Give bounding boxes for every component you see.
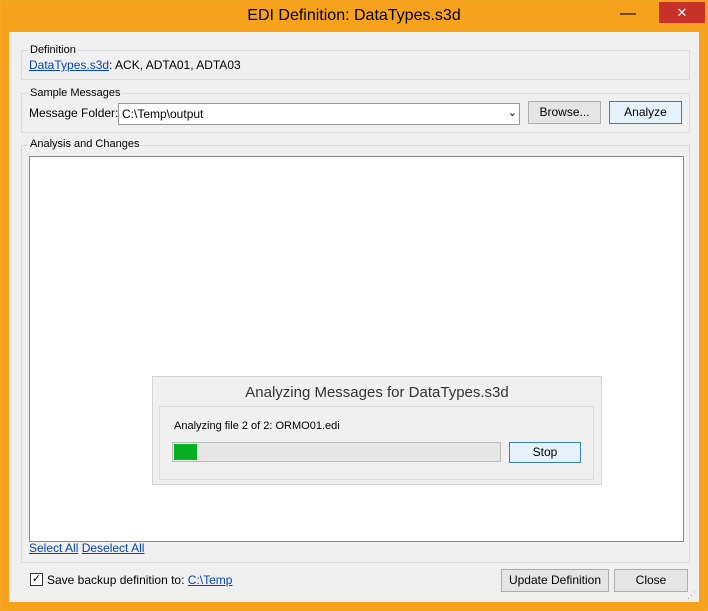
checkmark-icon: ✓	[31, 573, 42, 585]
analyze-button[interactable]: Analyze	[609, 101, 682, 124]
sample-messages-group-label: Sample Messages	[29, 87, 122, 99]
definition-group-label: Definition	[29, 44, 77, 56]
analysis-panel[interactable]: Analyzing Messages for DataTypes.s3d Ana…	[29, 156, 684, 542]
backup-path-link[interactable]: C:\Temp	[188, 573, 233, 587]
close-window-button[interactable]: ✕	[659, 2, 705, 23]
chevron-down-icon[interactable]: ⌄	[508, 106, 517, 119]
progress-status-text: Analyzing file 2 of 2: ORMO01.edi	[174, 420, 340, 432]
window-title: EDI Definition: DataTypes.s3d	[247, 7, 461, 24]
minimize-icon: —	[620, 5, 636, 22]
message-folder-combobox[interactable]: C:\Temp\output ⌄	[118, 103, 520, 125]
message-folder-label: Message Folder:	[29, 106, 119, 120]
backup-line: Save backup definition to: C:\Temp	[47, 573, 232, 587]
backup-label: Save backup definition to:	[47, 573, 185, 587]
message-folder-value: C:\Temp\output	[122, 107, 204, 121]
definition-line: DataTypes.s3d: ACK, ADTA01, ADTA03	[29, 58, 241, 72]
title-bar[interactable]: EDI Definition: DataTypes.s3d — ✕	[1, 1, 707, 32]
progress-dialog: Analyzing Messages for DataTypes.s3d Ana…	[152, 376, 602, 485]
select-all-link[interactable]: Select All	[29, 541, 78, 555]
stop-button[interactable]: Stop	[509, 442, 581, 463]
close-button[interactable]: Close	[614, 569, 688, 592]
progress-bar-fill	[174, 444, 197, 460]
resize-grip-icon[interactable]: ⋰	[687, 590, 697, 600]
analysis-group-label: Analysis and Changes	[29, 138, 141, 150]
client-area: Definition DataTypes.s3d: ACK, ADTA01, A…	[9, 32, 699, 602]
selection-links: Select All Deselect All	[29, 541, 144, 555]
deselect-all-link[interactable]: Deselect All	[82, 541, 145, 555]
progress-bar	[172, 442, 501, 462]
definition-segments: : ACK, ADTA01, ADTA03	[109, 58, 241, 72]
progress-dialog-body: Analyzing file 2 of 2: ORMO01.edi Stop	[159, 406, 594, 480]
browse-button[interactable]: Browse...	[528, 101, 601, 124]
definition-file-link[interactable]: DataTypes.s3d	[29, 58, 109, 72]
backup-checkbox[interactable]: ✓	[30, 573, 43, 586]
update-definition-button[interactable]: Update Definition	[501, 569, 609, 592]
close-icon: ✕	[676, 5, 688, 20]
edi-definition-window: EDI Definition: DataTypes.s3d — ✕ Defini…	[0, 0, 708, 611]
minimize-button[interactable]: —	[615, 5, 641, 26]
progress-dialog-title: Analyzing Messages for DataTypes.s3d	[245, 384, 509, 401]
